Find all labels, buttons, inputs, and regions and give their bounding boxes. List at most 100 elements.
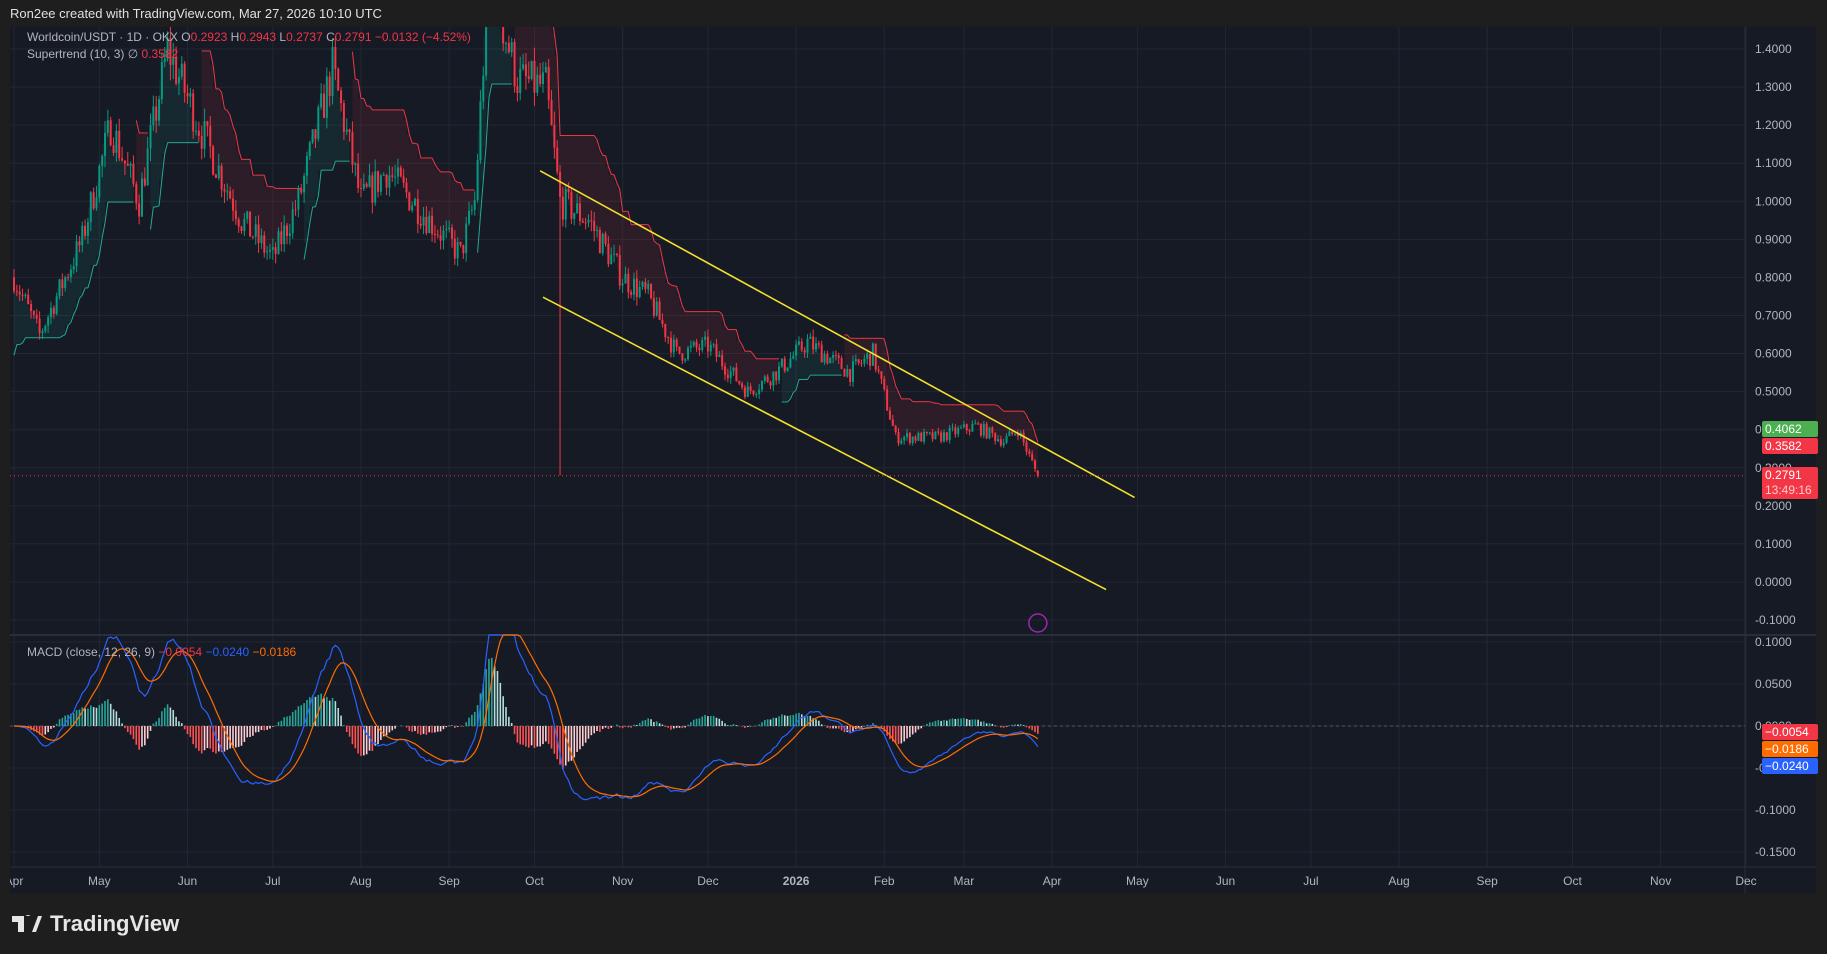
candle-body xyxy=(471,210,473,211)
macd-histogram-bar xyxy=(323,698,325,726)
macd-histogram-bar xyxy=(838,726,840,729)
supertrend-legend[interactable]: Supertrend (10, 3) ∅ 0.3582 xyxy=(27,47,178,61)
candle-body xyxy=(448,228,450,229)
supertrend-fill xyxy=(492,27,495,84)
macd-histogram-bar xyxy=(59,719,61,726)
macd-histogram-bar xyxy=(548,726,550,744)
supertrend-fill xyxy=(364,106,367,185)
candle-body xyxy=(536,75,538,93)
supertrend-line xyxy=(480,181,483,216)
supertrend-line xyxy=(611,174,614,175)
time-tick: Jun xyxy=(178,874,197,888)
candle-body xyxy=(906,433,908,437)
candle-body xyxy=(485,27,487,76)
supertrend-line xyxy=(930,402,933,403)
candle-body xyxy=(516,86,518,93)
macd-histogram-bar xyxy=(1006,726,1008,727)
supertrend-line xyxy=(250,159,253,175)
macd-histogram-bar xyxy=(298,706,300,726)
macd-histogram-bar xyxy=(175,717,177,726)
macd-histogram-bar xyxy=(963,718,965,726)
candle-body xyxy=(354,163,356,164)
candle-body xyxy=(377,171,379,192)
candle-body xyxy=(949,428,951,440)
candle-body xyxy=(855,359,857,361)
candle-body xyxy=(627,274,629,292)
macd-histogram-bar xyxy=(278,722,280,726)
macd-histogram-bar xyxy=(127,726,129,732)
macd-histogram-bar xyxy=(889,726,891,739)
supertrend-line xyxy=(370,106,373,110)
supertrend-title[interactable]: Supertrend (10, 3) xyxy=(27,47,124,61)
macd-histogram-bar xyxy=(380,726,382,740)
macd-histogram-bar xyxy=(969,720,971,726)
supertrend-line xyxy=(933,402,936,403)
supertrend-fill xyxy=(785,369,788,402)
candle-body xyxy=(30,304,32,311)
candle-body xyxy=(775,372,777,381)
supertrend-line xyxy=(662,259,665,272)
macd-histogram-bar xyxy=(249,726,251,737)
candle-body xyxy=(90,192,92,222)
candle-body xyxy=(468,211,470,224)
candle-body xyxy=(696,342,698,348)
high-value: 0.2943 xyxy=(239,30,276,44)
supertrend-line xyxy=(890,367,893,375)
candle-body xyxy=(986,424,988,438)
candle-body xyxy=(917,433,919,441)
supertrend-line xyxy=(660,245,663,259)
candle-body xyxy=(926,432,928,433)
macd-signal-value: −0.0186 xyxy=(253,645,297,659)
candle-body xyxy=(184,64,186,93)
macd-title[interactable]: MACD (close, 12, 26, 9) xyxy=(27,645,155,659)
time-tick: Nov xyxy=(612,874,633,888)
macd-histogram-bar xyxy=(767,719,769,726)
supertrend-line xyxy=(236,134,239,150)
candle-body xyxy=(1031,454,1033,461)
macd-histogram-bar xyxy=(542,726,544,744)
macd-histogram-bar xyxy=(562,726,564,769)
candle-body xyxy=(343,103,345,131)
close-label: C xyxy=(326,30,335,44)
supertrend-line xyxy=(224,109,227,111)
candle-body xyxy=(417,199,419,224)
candle-body xyxy=(255,224,257,236)
candle-body xyxy=(104,133,106,156)
time-tick: Mar xyxy=(954,874,975,888)
candle-body xyxy=(132,164,134,184)
macd-legend[interactable]: MACD (close, 12, 26, 9) −0.0054 −0.0240 … xyxy=(27,645,296,659)
candle-body xyxy=(622,284,624,286)
candle-body xyxy=(221,166,223,190)
price-chart[interactable]: 1.40001.30001.20001.10001.00000.90000.80… xyxy=(10,27,1816,893)
tradingview-logo[interactable]: TradingView xyxy=(12,911,179,937)
candle-body xyxy=(639,287,641,297)
candle-body xyxy=(477,160,479,200)
macd-histogram-bar xyxy=(457,726,459,727)
supertrend-line xyxy=(1029,421,1032,424)
macd-histogram-bar xyxy=(653,722,655,726)
time-tick: Jul xyxy=(265,874,280,888)
supertrend-line xyxy=(88,277,91,288)
candle-body xyxy=(440,235,442,240)
candle-body xyxy=(451,228,453,239)
macd-histogram-bar xyxy=(266,726,268,730)
supertrend-line xyxy=(594,135,597,139)
macd-histogram-bar xyxy=(980,722,982,726)
candle-body xyxy=(735,368,737,382)
supertrend-line xyxy=(222,92,225,108)
macd-histogram-bar xyxy=(599,726,601,732)
supertrend-line xyxy=(742,345,745,351)
eye-slash-icon[interactable]: ∅ xyxy=(128,47,138,61)
candle-body xyxy=(64,277,66,288)
candle-body xyxy=(246,211,248,219)
supertrend-fill xyxy=(674,286,677,343)
candle-body xyxy=(812,337,814,350)
candle-body xyxy=(332,47,334,96)
chart-frame[interactable]: 1.40001.30001.20001.10001.00000.90000.80… xyxy=(10,27,1816,893)
supertrend-line xyxy=(887,350,890,366)
last-price: 0.2791 xyxy=(1765,468,1815,483)
candle-body xyxy=(229,191,231,198)
symbol-title[interactable]: Worldcoin/USDT · 1D · OKX xyxy=(27,30,178,44)
supertrend-fill xyxy=(640,225,643,285)
supertrend-line xyxy=(267,186,270,187)
